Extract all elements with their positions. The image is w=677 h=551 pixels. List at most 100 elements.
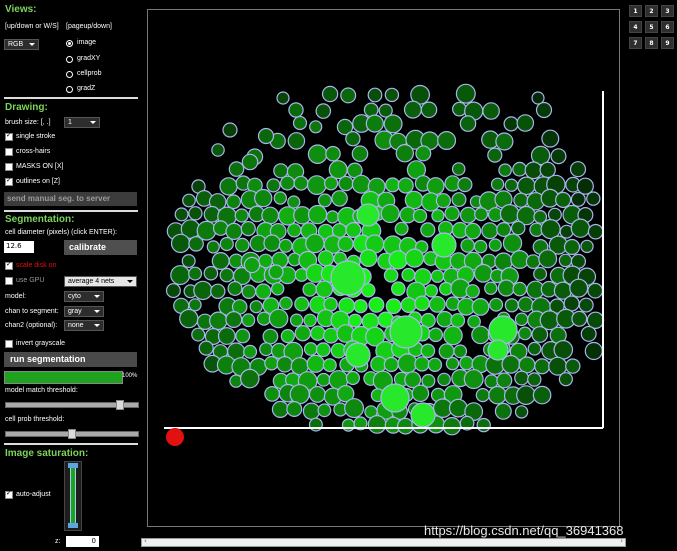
cell-outline xyxy=(345,370,360,386)
separator xyxy=(4,210,138,212)
color-mode-select[interactable]: RGB xyxy=(4,39,39,50)
cell-outline xyxy=(170,233,191,254)
views-hint-left: [up/down or W/S] xyxy=(5,23,59,30)
cell-outline xyxy=(367,87,383,103)
saturation-max-handle[interactable] xyxy=(68,463,78,468)
cell-outline xyxy=(330,260,366,296)
view-radio-gradz[interactable] xyxy=(66,86,73,93)
saturation-min-handle[interactable] xyxy=(68,523,78,528)
view-button-7[interactable]: 7 xyxy=(629,37,642,49)
cell-outline xyxy=(351,145,369,162)
view-radio-cellprob[interactable] xyxy=(66,71,73,78)
cell-outline xyxy=(341,418,355,432)
cell-outline xyxy=(289,313,304,327)
masks-on-checkbox[interactable] xyxy=(5,163,13,171)
scale-disk xyxy=(166,428,184,446)
views-header: Views: xyxy=(5,4,37,15)
drawing-header: Drawing: xyxy=(5,102,48,113)
use-gpu-checkbox[interactable] xyxy=(5,277,13,285)
model-select[interactable]: cyto xyxy=(64,291,104,302)
cell-outline xyxy=(482,102,500,120)
brush-size-select[interactable]: 1 xyxy=(64,117,100,128)
cell-outline xyxy=(451,192,467,208)
cell-image xyxy=(164,83,605,446)
cell-outline xyxy=(404,190,424,210)
scale-disk-checkbox[interactable] xyxy=(5,260,13,270)
scroll-right-icon[interactable]: › xyxy=(620,537,623,545)
cell-outline xyxy=(420,343,436,359)
cell-outline xyxy=(438,343,455,360)
cell-outline xyxy=(227,281,243,297)
cell-outline xyxy=(504,298,519,313)
cell-outline xyxy=(518,356,536,374)
cell-outline xyxy=(203,265,219,281)
cell-outline xyxy=(571,310,588,327)
cell-outline xyxy=(315,103,332,119)
cell-outline xyxy=(266,178,281,193)
chevron-down-icon xyxy=(29,43,35,46)
cell-outline xyxy=(437,372,451,387)
cell-outline xyxy=(308,417,323,432)
diameter-input[interactable]: 12.6 xyxy=(4,241,34,253)
send-manual-seg-button[interactable]: send manual seg. to server xyxy=(4,192,137,206)
cell-outline xyxy=(436,310,453,328)
cell-outline xyxy=(308,385,326,403)
cell-outline xyxy=(476,417,491,433)
chevron-down-icon xyxy=(90,121,96,124)
cell-outline xyxy=(516,385,536,406)
cell-outline xyxy=(325,210,340,224)
view-radio-image[interactable] xyxy=(66,40,73,47)
horizontal-scrollbar[interactable]: ‹ › xyxy=(141,537,626,547)
chan-label: chan to segment: xyxy=(5,308,59,315)
cell-outline xyxy=(459,206,477,224)
cell-outline xyxy=(569,278,589,298)
cell-outline xyxy=(383,114,403,134)
cell-outline xyxy=(356,203,380,227)
cell-outline xyxy=(344,398,365,419)
cell-outline xyxy=(188,236,204,252)
cell-outline xyxy=(287,132,306,150)
cell-outline xyxy=(287,223,302,238)
run-segmentation-button[interactable]: run segmentation xyxy=(4,352,137,367)
cell-outline xyxy=(305,233,325,254)
view-radio-gradxy[interactable] xyxy=(66,56,73,63)
cell-outline xyxy=(317,403,332,418)
view-button-3[interactable]: 3 xyxy=(661,5,674,17)
calibrate-button[interactable]: calibrate xyxy=(64,240,137,255)
chan-select[interactable]: gray xyxy=(64,306,104,317)
views-hint-right: [pageup/down] xyxy=(66,23,112,30)
cell-outline xyxy=(235,328,251,344)
cell-outline xyxy=(428,327,443,343)
cell-outline xyxy=(512,161,528,177)
threshold-slider-thumb[interactable] xyxy=(115,400,124,410)
view-button-5[interactable]: 5 xyxy=(645,21,658,33)
cross-hairs-checkbox[interactable] xyxy=(5,148,13,156)
image-viewport[interactable] xyxy=(147,9,620,527)
cell-outline xyxy=(249,300,263,314)
z-input[interactable]: 0 xyxy=(66,536,99,547)
cellprob-slider-thumb[interactable] xyxy=(68,429,76,439)
invert-grayscale-label: invert grayscale xyxy=(16,340,66,347)
single-stroke-checkbox[interactable] xyxy=(5,131,13,141)
cell-outline xyxy=(181,254,196,269)
cell-outline xyxy=(488,385,507,405)
cell-outline xyxy=(502,233,523,253)
scroll-left-icon[interactable]: ‹ xyxy=(144,537,147,545)
nets-select[interactable]: average 4 nets xyxy=(64,276,137,287)
auto-adjust-checkbox[interactable] xyxy=(5,489,13,499)
cell-outline xyxy=(368,296,385,313)
cell-outline xyxy=(179,308,199,329)
view-button-2[interactable]: 2 xyxy=(645,5,658,17)
view-button-4[interactable]: 4 xyxy=(629,21,642,33)
outlines-on-checkbox[interactable] xyxy=(5,176,13,186)
cell-outline xyxy=(310,325,326,341)
view-button-9[interactable]: 9 xyxy=(661,37,674,49)
view-button-8[interactable]: 8 xyxy=(645,37,658,49)
cell-outline xyxy=(225,311,243,329)
saturation-range-slider[interactable] xyxy=(64,461,82,531)
cell-outline xyxy=(411,384,430,403)
invert-grayscale-checkbox[interactable] xyxy=(5,340,13,348)
view-button-6[interactable]: 6 xyxy=(661,21,674,33)
chan2-select[interactable]: none xyxy=(64,320,104,331)
view-button-1[interactable]: 1 xyxy=(629,5,642,17)
